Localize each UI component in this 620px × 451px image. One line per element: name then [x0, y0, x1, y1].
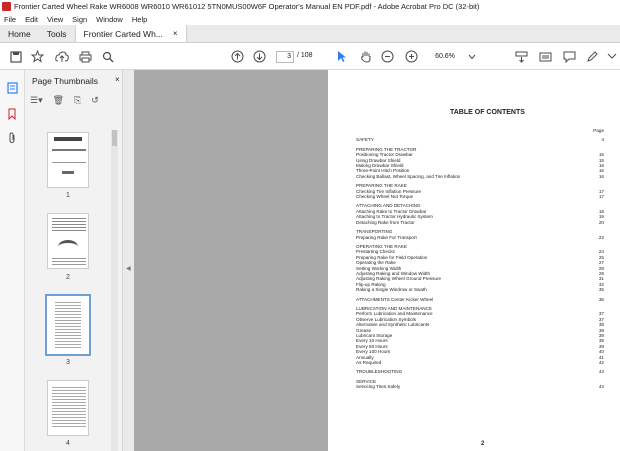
toc-entry-page: 44 — [598, 384, 604, 390]
title-bar: Frontier Carted Wheel Rake WR6008 WR6010… — [0, 0, 620, 13]
tab-document[interactable]: Frontier Carted Wh... × — [74, 25, 187, 42]
toc-section-heading[interactable]: TROUBLESHOOTING 43 — [356, 369, 604, 374]
attachment-paperclip-icon[interactable] — [7, 132, 18, 144]
insert-page-icon[interactable]: ⎘ — [74, 95, 81, 109]
page-thumbnail-1[interactable] — [47, 132, 89, 188]
comment-icon[interactable] — [562, 49, 577, 64]
toolbar: 3 / 108 60.6% — [0, 43, 620, 70]
toc-entry-text: Detaching Rake from Tractor — [356, 219, 415, 225]
tab-bar: Home Tools Frontier Carted Wh... × — [0, 25, 620, 43]
toc-heading-page: 4 — [601, 137, 604, 143]
menu-edit[interactable]: Edit — [25, 15, 38, 24]
delete-page-icon[interactable]: 🗑 — [53, 95, 64, 109]
page-column-header: Page — [593, 128, 604, 133]
thumbnail-options-icon[interactable]: ☰▾ — [30, 95, 43, 109]
toc-entry[interactable]: Raking a Single Windrow or Swath 35 — [356, 287, 604, 292]
tab-tools-label: Tools — [46, 28, 67, 39]
toc-heading-text: SAFETY — [356, 137, 374, 143]
thumbnails-list: 1 2 3 4 — [25, 118, 122, 451]
toc-entry-text: Raking a Single Windrow or Swath — [356, 287, 427, 293]
rotate-page-icon[interactable]: ↺ — [91, 95, 99, 109]
toc-heading-text: TROUBLESHOOTING — [356, 369, 403, 375]
left-navigation-rail — [0, 70, 25, 451]
toc-entry-text: Preparing Rake For Transport — [356, 234, 417, 240]
toc-entry-text: Servicing Tires Safely — [356, 384, 401, 390]
toc-entry-page: 22 — [598, 234, 604, 240]
scrollbar-thumb[interactable] — [112, 130, 117, 146]
toc-entry-page: 16 — [598, 173, 604, 179]
toc-section-heading[interactable]: SAFETY 4 — [356, 137, 604, 142]
panel-splitter[interactable]: ◀ — [122, 70, 134, 451]
zoom-in-icon[interactable] — [404, 49, 419, 64]
acrobat-icon — [2, 2, 11, 11]
pen-icon[interactable] — [584, 49, 599, 64]
toc-title: TABLE OF CONTENTS — [450, 109, 525, 116]
thumbnail-label: 1 — [66, 192, 70, 199]
toc-entry-page: 17 — [598, 194, 604, 200]
hand-tool-icon[interactable] — [358, 49, 373, 64]
menu-bar: File Edit View Sign Window Help — [0, 13, 620, 25]
menu-sign[interactable]: Sign — [72, 15, 87, 24]
thumbnail-label: 4 — [66, 440, 70, 447]
print-icon[interactable] — [78, 49, 93, 64]
panel-close-icon[interactable]: × — [115, 75, 120, 84]
tab-tools[interactable]: Tools — [39, 25, 75, 42]
zoom-out-icon[interactable] — [380, 49, 395, 64]
toc-entry-text: Checking Ballast, Wheel Spacing, and Tir… — [356, 173, 461, 179]
close-tab-icon[interactable]: × — [173, 29, 178, 38]
thumbnails-scrollbar[interactable] — [111, 130, 118, 451]
thumbnail-label: 2 — [66, 274, 70, 281]
tab-home-label: Home — [8, 28, 31, 39]
tab-home[interactable]: Home — [0, 25, 39, 42]
panel-title: Page Thumbnails — [32, 76, 98, 86]
menu-window[interactable]: Window — [96, 15, 123, 24]
toc-section-heading[interactable]: ATTACHMENTS Center Kicker Wheel 36 — [356, 297, 604, 302]
page-number-input[interactable]: 3 — [276, 51, 294, 63]
toc-entry[interactable]: Checking Wheel Nut Torque 17 — [356, 194, 604, 199]
page-thumbnails-icon[interactable] — [7, 82, 18, 94]
toc-entry-page: 35 — [598, 287, 604, 293]
toc-entry-text: Checking Wheel Nut Torque — [356, 194, 414, 200]
page-thumbnail-3-selected[interactable] — [45, 294, 91, 356]
toc-entry-page: 20 — [598, 219, 604, 225]
page-footer-number: 2 — [481, 441, 485, 447]
toc-entry[interactable]: As Required 42 — [356, 360, 604, 365]
zoom-dropdown-chevron-icon[interactable] — [464, 49, 479, 64]
menu-view[interactable]: View — [47, 15, 63, 24]
window-title: Frontier Carted Wheel Rake WR6008 WR6010… — [14, 2, 480, 11]
collapse-panel-arrow-icon[interactable]: ◀ — [126, 265, 131, 272]
thumbnail-label: 3 — [66, 359, 70, 366]
toc-heading-text: ATTACHMENTS Center Kicker Wheel — [356, 296, 434, 302]
search-icon[interactable] — [100, 49, 115, 64]
more-tools-icon[interactable] — [604, 49, 619, 64]
toc-entry[interactable]: Servicing Tires Safely 44 — [356, 384, 604, 389]
page-total: / 108 — [297, 52, 313, 59]
select-cursor-icon[interactable] — [334, 49, 349, 64]
toc-entry[interactable]: Preparing Rake For Transport 22 — [356, 235, 604, 240]
menu-file[interactable]: File — [4, 15, 16, 24]
toc-entry-page: 42 — [598, 360, 604, 366]
page-thumbnail-2[interactable] — [47, 213, 89, 269]
toc-heading-page: 36 — [598, 296, 604, 302]
star-icon[interactable] — [30, 49, 45, 64]
previous-page-icon[interactable] — [230, 49, 245, 64]
save-icon[interactable] — [8, 49, 23, 64]
upload-cloud-icon[interactable] — [54, 49, 69, 64]
bookmark-icon[interactable] — [7, 108, 18, 121]
read-mode-icon[interactable] — [538, 49, 553, 64]
fit-page-icon[interactable] — [514, 49, 529, 64]
menu-help[interactable]: Help — [132, 15, 147, 24]
toc-heading-page: 43 — [598, 369, 604, 375]
page-thumbnail-4[interactable] — [47, 380, 89, 436]
zoom-level-select[interactable]: 60.6% — [428, 51, 462, 63]
tab-document-label: Frontier Carted Wh... — [83, 28, 163, 39]
next-page-icon[interactable] — [252, 49, 267, 64]
toc-entry-text: As Required — [356, 360, 382, 366]
table-of-contents: Page SAFETY 4 PREPARING THE TRACTOR Positio… — [356, 128, 604, 390]
toc-entry[interactable]: Detaching Rake from Tractor 20 — [356, 220, 604, 225]
toc-entry[interactable]: Checking Ballast, Wheel Spacing, and Tir… — [356, 174, 604, 179]
